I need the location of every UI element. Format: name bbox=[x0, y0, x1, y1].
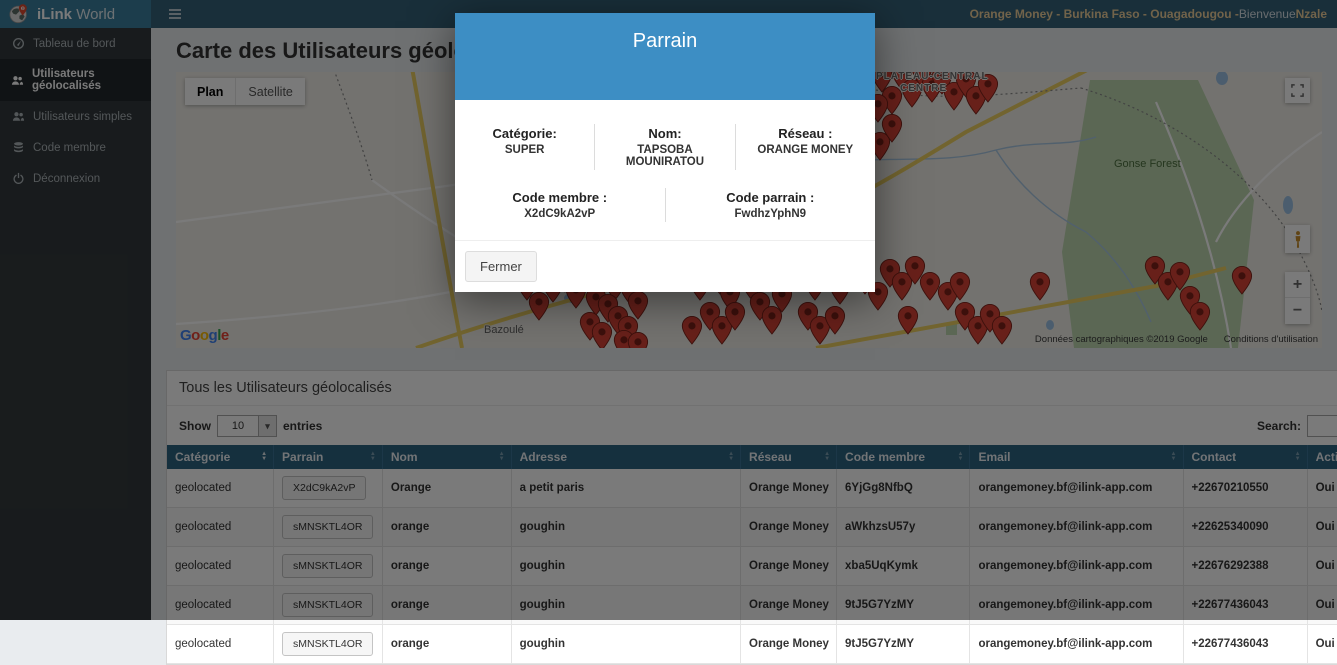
table-row: geolocated sMNSKTL4OR orange goughin Ora… bbox=[167, 625, 1337, 664]
field-value: ORANGE MONEY bbox=[742, 144, 869, 156]
cell-contact: +22677436043 bbox=[1183, 625, 1307, 664]
field-label: Réseau : bbox=[742, 126, 869, 141]
cell-active: Oui bbox=[1307, 625, 1337, 664]
cell-categorie: geolocated bbox=[167, 625, 274, 664]
cell-adresse: goughin bbox=[511, 625, 740, 664]
modal-header: Parrain bbox=[455, 13, 875, 100]
field-label: Catégorie: bbox=[461, 126, 588, 141]
field-value: X2dC9kA2vP bbox=[461, 208, 659, 220]
cell-reseau: Orange Money bbox=[741, 625, 837, 664]
cell-nom: orange bbox=[382, 625, 511, 664]
field-value: SUPER bbox=[461, 144, 588, 156]
parrain-modal: Parrain Catégorie: SUPER Nom: TAPSOBA MOUN… bbox=[455, 13, 875, 292]
field-label: Code membre : bbox=[461, 190, 659, 205]
field-value: TAPSOBA MOUNIRATOU bbox=[601, 144, 728, 168]
parrain-button[interactable]: sMNSKTL4OR bbox=[282, 632, 373, 656]
modal-title: Parrain bbox=[465, 30, 865, 53]
close-button[interactable]: Fermer bbox=[465, 251, 537, 282]
field-value: FwdhzYphN9 bbox=[672, 208, 870, 220]
field-label: Code parrain : bbox=[672, 190, 870, 205]
cell-email: orangemoney.bf@ilink-app.com bbox=[970, 625, 1183, 664]
cell-code-membre: 9tJ5G7YzMY bbox=[837, 625, 970, 664]
field-label: Nom: bbox=[601, 126, 728, 141]
